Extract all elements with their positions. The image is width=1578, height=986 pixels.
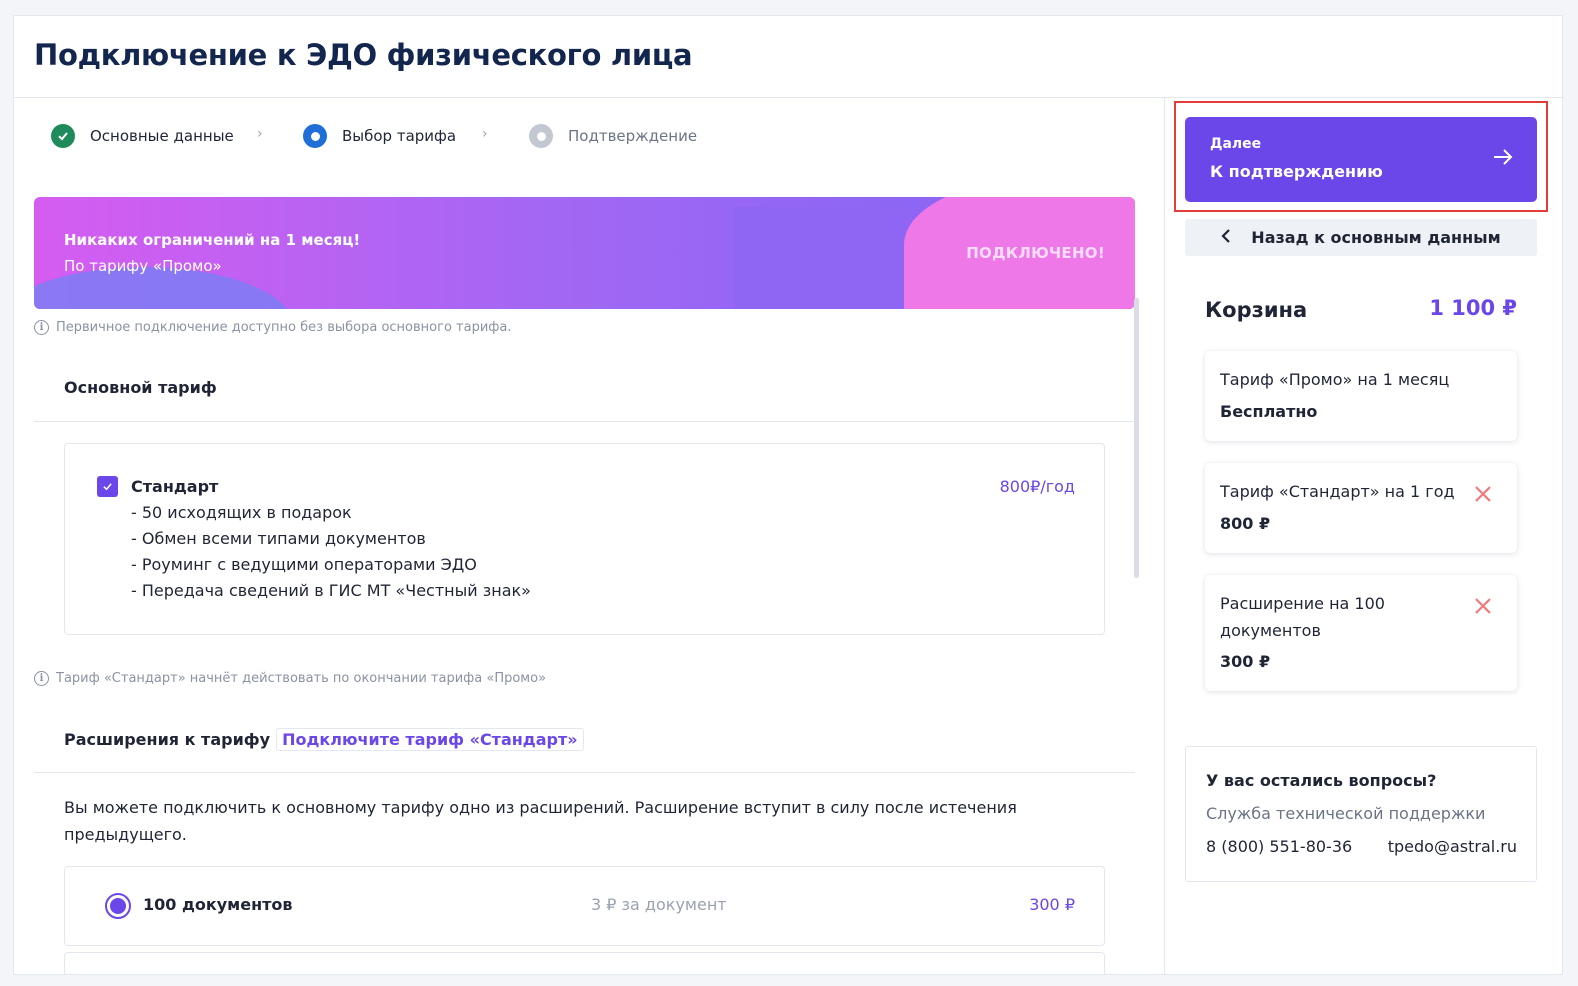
step-confirmation[interactable]: Подтверждение [529, 124, 697, 148]
support-email[interactable]: tpedo@astral.ru [1388, 837, 1517, 856]
support-phone[interactable]: 8 (800) 551-80-36 [1206, 837, 1352, 856]
chevron-right-icon: › [257, 126, 263, 142]
extension-radio[interactable] [105, 893, 131, 919]
next-button-label: К подтверждению [1210, 162, 1383, 181]
check-icon [103, 483, 112, 491]
check-icon [51, 124, 75, 148]
step-label: Основные данные [90, 127, 234, 145]
page-header: Подключение к ЭДО физического лица [14, 16, 1564, 98]
pending-step-icon [529, 124, 553, 148]
banner-title: Никаких ограничений на 1 месяц! [64, 231, 361, 249]
cart-item-name: Тариф «Промо» на 1 месяц [1220, 370, 1450, 389]
chevron-left-icon [1221, 227, 1231, 248]
cart-title: Корзина [1205, 298, 1308, 322]
divider [34, 421, 1135, 422]
cart-item-name: Расширение на 100 документов [1220, 594, 1385, 640]
remove-icon[interactable] [1473, 595, 1493, 621]
info-primary: i Первичное подключение доступно без выб… [34, 320, 512, 335]
divider [34, 772, 1135, 773]
back-button-label: Назад к основным данным [1251, 228, 1501, 247]
support-subtitle: Служба технической поддержки [1206, 804, 1486, 823]
promo-banner: Никаких ограничений на 1 месяц! По тариф… [34, 197, 1135, 309]
info-standard: i Тариф «Стандарт» начнёт действовать по… [34, 671, 546, 686]
tariff-feature: - Обмен всеми типами документов [131, 529, 426, 548]
extension-price: 300 ₽ [1029, 895, 1075, 914]
extension-option[interactable]: 100 документов 3 ₽ за документ 300 ₽ [64, 866, 1105, 946]
support-title: У вас остались вопросы? [1206, 771, 1437, 790]
tariff-card-standard[interactable]: Стандарт 800₽/год - 50 исходящих в подар… [64, 443, 1105, 635]
cart-item-name: Тариф «Стандарт» на 1 год [1220, 482, 1455, 501]
banner-status: ПОДКЛЮЧЕНО! [966, 244, 1105, 262]
step-label: Выбор тарифа [342, 127, 457, 145]
tariff-feature: - Роуминг с ведущими операторами ЭДО [131, 555, 477, 574]
cart-item-price: 800 ₽ [1220, 514, 1271, 533]
tariff-checkbox[interactable] [97, 476, 118, 497]
extension-unit-price: 3 ₽ за документ [591, 895, 727, 914]
extension-name: 100 документов [143, 895, 293, 914]
tariff-price: 800₽/год [999, 477, 1075, 496]
cart-item: Тариф «Промо» на 1 месяц Бесплатно [1205, 351, 1517, 441]
main-tariff-title: Основной тариф [64, 378, 217, 397]
tariff-feature: - Передача сведений в ГИС МТ «Честный зн… [131, 581, 531, 600]
tariff-name: Стандарт [131, 477, 219, 496]
active-step-icon [303, 124, 327, 148]
page-title: Подключение к ЭДО физического лица [34, 38, 693, 72]
extensions-header: Расширения к тарифу Подключите тариф «Ст… [64, 728, 584, 751]
cart-item: Тариф «Стандарт» на 1 год 800 ₽ [1205, 463, 1517, 553]
sidebar: Далее К подтверждению Назад к основным д… [1164, 98, 1564, 975]
chevron-right-icon: › [482, 126, 488, 142]
main-content: Основные данные › Выбор тарифа › Подтвер… [14, 98, 1164, 975]
extensions-title: Расширения к тарифу [64, 730, 271, 749]
cart-item: Расширение на 100 документов 300 ₽ [1205, 575, 1517, 691]
cart-item-price: Бесплатно [1220, 402, 1318, 421]
next-button-caption: Далее [1210, 136, 1262, 152]
banner-subtitle: По тарифу «Промо» [64, 257, 222, 275]
info-icon: i [34, 320, 49, 335]
tariff-feature: - 50 исходящих в подарок [131, 503, 352, 522]
back-button[interactable]: Назад к основным данным [1185, 219, 1537, 256]
remove-icon[interactable] [1473, 483, 1493, 509]
extension-option[interactable] [64, 952, 1105, 975]
scrollbar[interactable] [1134, 298, 1139, 578]
connect-standard-link[interactable]: Подключите тариф «Стандарт» [276, 728, 584, 751]
step-tariff-choice[interactable]: Выбор тарифа [303, 124, 456, 148]
info-text: Первичное подключение доступно без выбор… [56, 320, 512, 335]
step-basic-data[interactable]: Основные данные [51, 124, 234, 148]
page-container: Подключение к ЭДО физического лица Основ… [13, 15, 1564, 975]
arrow-right-icon [1491, 145, 1515, 176]
next-button[interactable]: Далее К подтверждению [1185, 117, 1537, 202]
cart-item-price: 300 ₽ [1220, 652, 1271, 671]
info-text: Тариф «Стандарт» начнёт действовать по о… [56, 671, 547, 686]
extensions-description: Вы можете подключить к основному тарифу … [64, 798, 1017, 844]
step-label: Подтверждение [568, 127, 698, 145]
info-icon: i [34, 671, 49, 686]
support-box: У вас остались вопросы? Служба техническ… [1185, 746, 1537, 882]
cart-total: 1 100 ₽ [1429, 296, 1517, 320]
